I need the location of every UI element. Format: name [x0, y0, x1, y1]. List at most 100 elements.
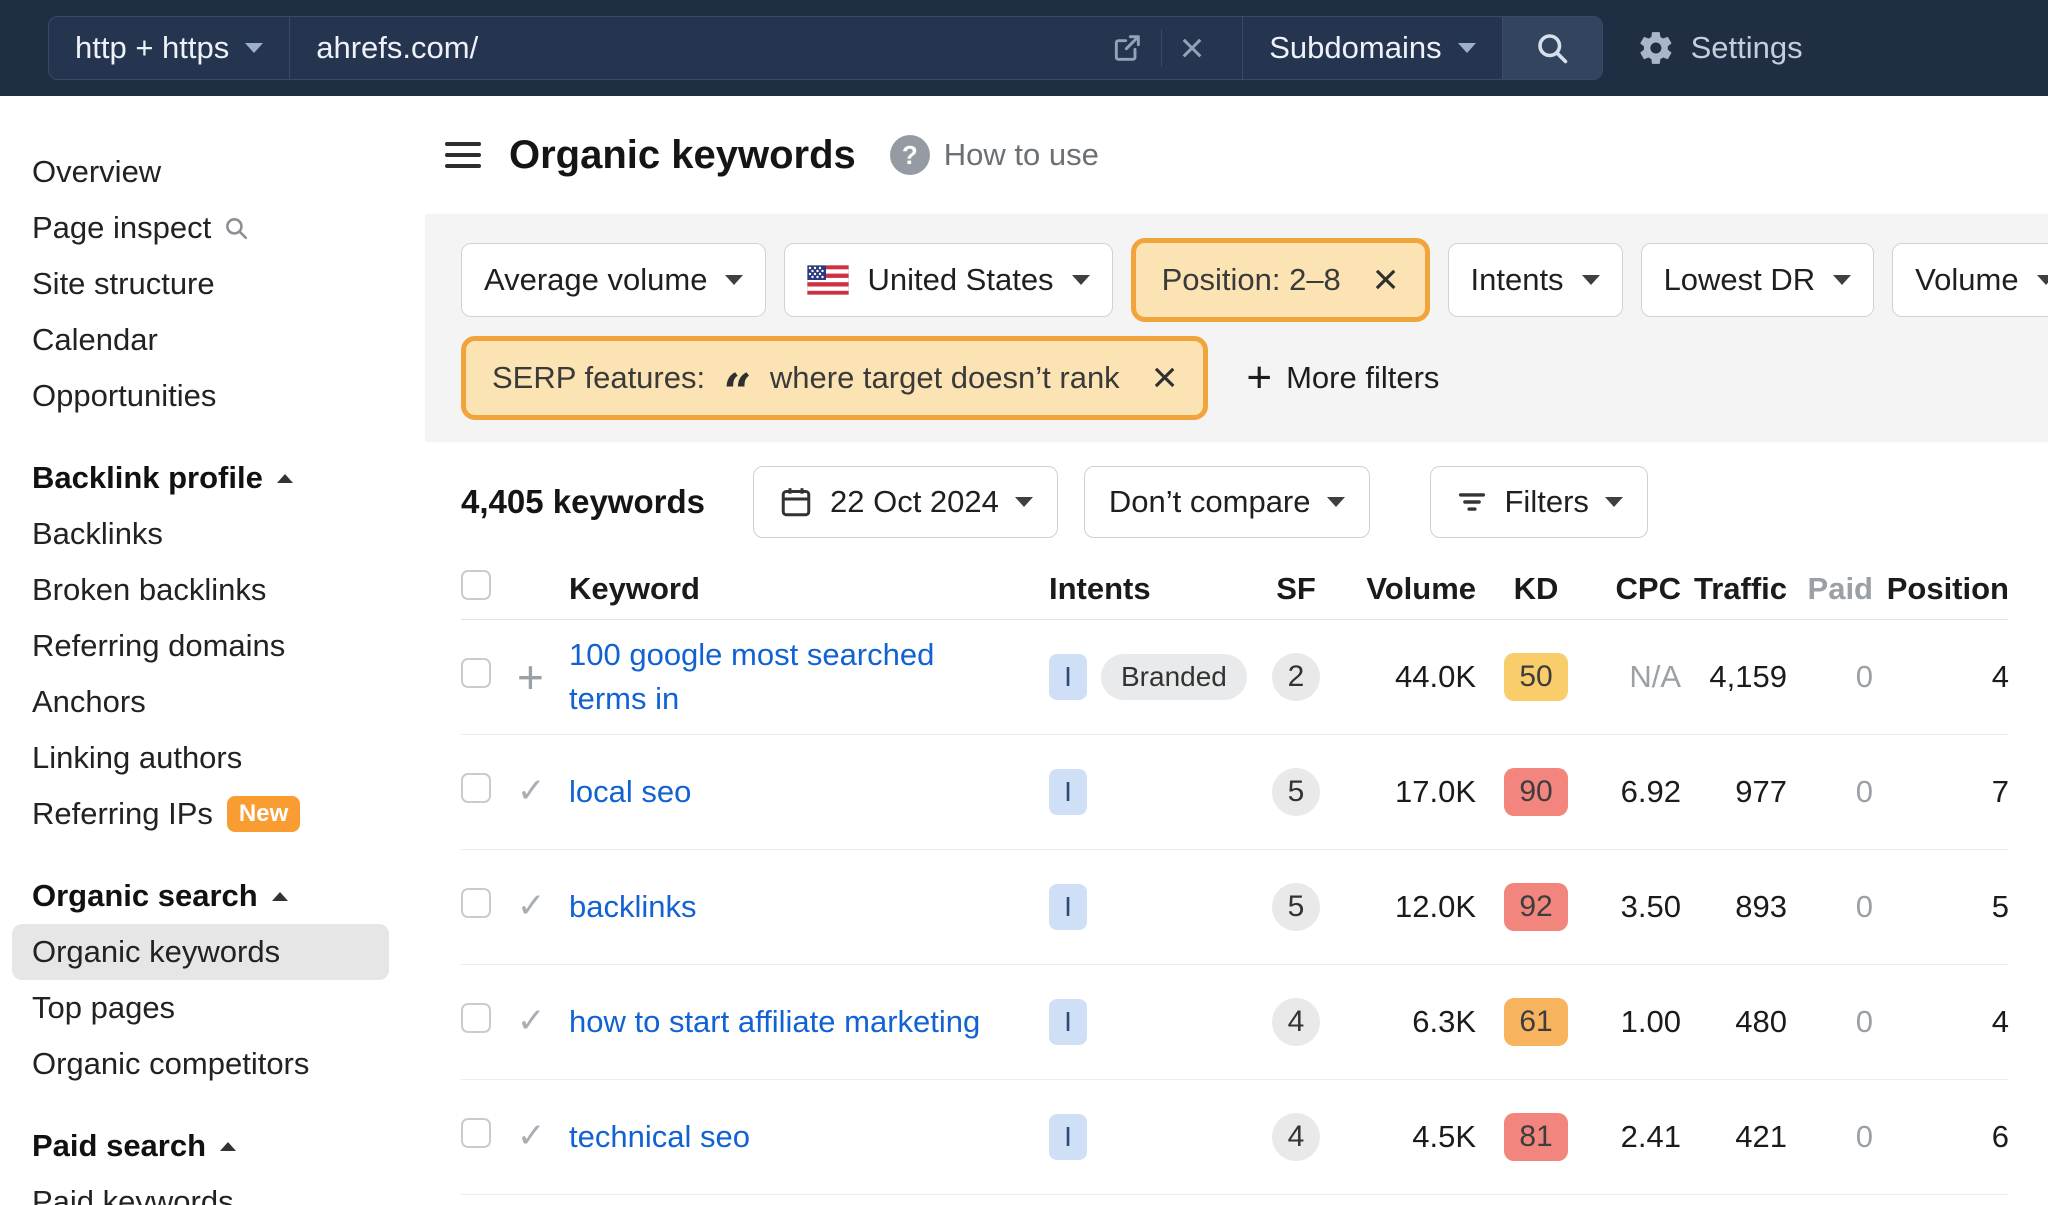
- column-header-intents[interactable]: Intents: [1009, 571, 1256, 607]
- table-row: ✓ technical seo I 4 4.5K 81 2.41 421 0 6: [461, 1080, 2009, 1195]
- sidebar-item-overview[interactable]: Overview: [12, 144, 389, 200]
- sidebar-item-linking-authors[interactable]: Linking authors: [12, 730, 389, 786]
- remove-filter-icon[interactable]: ×: [1373, 258, 1399, 302]
- menu-icon[interactable]: [445, 136, 481, 174]
- sidebar-item-anchors[interactable]: Anchors: [12, 674, 389, 730]
- plus-icon[interactable]: +: [517, 654, 544, 700]
- sidebar-item-referring-ips[interactable]: Referring IPs New: [12, 786, 389, 842]
- sidebar-item-broken-backlinks[interactable]: Broken backlinks: [12, 562, 389, 618]
- sidebar-item-paid-keywords[interactable]: Paid keywords: [12, 1174, 389, 1205]
- check-icon: ✓: [517, 887, 546, 925]
- sidebar-item-label: Referring IPs: [32, 796, 213, 831]
- serp-features-count[interactable]: 4: [1272, 998, 1320, 1046]
- keyword-link[interactable]: 100 google most searched terms in: [569, 633, 1009, 721]
- keyword-link[interactable]: local seo: [569, 770, 701, 814]
- chevron-down-icon: [1326, 497, 1345, 507]
- column-header-traffic[interactable]: Traffic: [1681, 571, 1787, 607]
- sidebar-section-paid-search[interactable]: Paid search: [0, 1118, 425, 1174]
- check-icon: ✓: [517, 772, 546, 810]
- filter-lowest-dr[interactable]: Lowest DR: [1640, 243, 1875, 317]
- sidebar-item-label: Top pages: [32, 990, 176, 1025]
- filters-button[interactable]: Filters: [1429, 466, 1648, 538]
- keywords-count: 4,405 keywords: [461, 483, 705, 520]
- intent-badge: I: [1049, 769, 1087, 815]
- filter-label: Lowest DR: [1663, 262, 1816, 297]
- paid-value: 0: [1855, 774, 1873, 809]
- filter-average-volume[interactable]: Average volume: [461, 243, 767, 317]
- keyword-link[interactable]: backlinks: [569, 885, 707, 929]
- date-picker-button[interactable]: 22 Oct 2024: [753, 466, 1058, 538]
- sidebar-item-calendar[interactable]: Calendar: [12, 312, 389, 368]
- filter-position-active[interactable]: Position: 2–8 ×: [1130, 238, 1430, 322]
- serp-features-count[interactable]: 5: [1272, 883, 1320, 931]
- paid-value: 0: [1855, 1004, 1873, 1039]
- select-all-checkbox[interactable]: [461, 569, 491, 600]
- row-checkbox[interactable]: [461, 1003, 491, 1033]
- settings-button[interactable]: Settings: [1637, 29, 1803, 67]
- keyword-link[interactable]: technical seo: [569, 1115, 760, 1159]
- sidebar: Overview Page inspect Site structure Cal…: [0, 96, 425, 1205]
- volume-value: 12.0K: [1394, 889, 1476, 924]
- row-checkbox[interactable]: [461, 773, 491, 803]
- row-checkbox[interactable]: [461, 658, 491, 688]
- position-value: 5: [1991, 889, 2009, 924]
- kd-badge: 50: [1504, 653, 1568, 701]
- column-header-paid[interactable]: Paid: [1787, 571, 1873, 607]
- serp-features-count[interactable]: 5: [1272, 768, 1320, 816]
- sidebar-section-organic-search[interactable]: Organic search: [0, 868, 425, 924]
- sidebar-item-top-pages[interactable]: Top pages: [12, 980, 389, 1036]
- chevron-down-icon: [1604, 497, 1623, 507]
- column-header-sf[interactable]: SF: [1256, 571, 1336, 607]
- clear-icon[interactable]: ×: [1168, 27, 1217, 69]
- more-filters-button[interactable]: + More filters: [1246, 356, 1439, 400]
- chevron-down-icon: [2036, 275, 2048, 285]
- column-header-position[interactable]: Position: [1873, 571, 2009, 607]
- sidebar-item-backlinks[interactable]: Backlinks: [12, 506, 389, 562]
- sidebar-item-label: Overview: [32, 154, 162, 189]
- date-value: 22 Oct 2024: [830, 484, 999, 519]
- position-value: 6: [1991, 1119, 2009, 1154]
- sidebar-item-label: Organic competitors: [32, 1046, 310, 1081]
- sidebar-item-organic-keywords[interactable]: Organic keywords: [12, 924, 389, 980]
- compare-label: Don’t compare: [1108, 484, 1311, 519]
- traffic-value: 480: [1735, 1004, 1787, 1039]
- column-header-cpc[interactable]: CPC: [1596, 571, 1681, 607]
- gear-icon: [1637, 29, 1675, 67]
- compare-dropdown[interactable]: Don’t compare: [1083, 466, 1370, 538]
- serp-features-count[interactable]: 2: [1272, 653, 1320, 701]
- traffic-value: 893: [1735, 889, 1787, 924]
- sidebar-item-page-inspect[interactable]: Page inspect: [12, 200, 389, 256]
- row-checkbox[interactable]: [461, 1118, 491, 1148]
- sidebar-item-site-structure[interactable]: Site structure: [12, 256, 389, 312]
- sidebar-item-label: Calendar: [32, 322, 158, 357]
- filter-country[interactable]: United States: [784, 243, 1113, 317]
- title-row: Organic keywords ? How to use: [425, 96, 2048, 214]
- sidebar-item-organic-competitors[interactable]: Organic competitors: [12, 1036, 389, 1092]
- remove-filter-icon[interactable]: ×: [1152, 356, 1178, 400]
- column-header-keyword[interactable]: Keyword: [569, 571, 1009, 607]
- keyword-link[interactable]: how to start affiliate marketing: [569, 1000, 990, 1044]
- sidebar-section-backlink-profile[interactable]: Backlink profile: [0, 450, 425, 506]
- cpc-value: N/A: [1629, 659, 1681, 694]
- protocol-dropdown[interactable]: http + https: [49, 17, 291, 79]
- sidebar-item-opportunities[interactable]: Opportunities: [12, 368, 389, 424]
- external-link-icon[interactable]: [1099, 32, 1155, 64]
- position-value: 7: [1991, 774, 2009, 809]
- search-button[interactable]: [1501, 17, 1602, 79]
- how-to-use-link[interactable]: ? How to use: [889, 135, 1099, 175]
- row-checkbox[interactable]: [461, 888, 491, 918]
- cpc-value: 1.00: [1620, 1004, 1681, 1039]
- column-header-volume[interactable]: Volume: [1336, 571, 1476, 607]
- filter-serp-features-active[interactable]: SERP features: “ where target doesn’t ra…: [461, 336, 1209, 420]
- subdomains-dropdown[interactable]: Subdomains: [1242, 17, 1501, 79]
- how-to-use-label: How to use: [943, 137, 1099, 172]
- serp-features-count[interactable]: 4: [1272, 1113, 1320, 1161]
- url-input[interactable]: ahrefs.com/ ×: [290, 17, 1242, 79]
- sidebar-item-referring-domains[interactable]: Referring domains: [12, 618, 389, 674]
- filter-volume[interactable]: Volume: [1892, 243, 2048, 317]
- volume-value: 4.5K: [1412, 1119, 1476, 1154]
- sidebar-item-label: Broken backlinks: [32, 572, 267, 607]
- calendar-icon: [778, 484, 814, 520]
- column-header-kd[interactable]: KD: [1476, 571, 1596, 607]
- filter-intents[interactable]: Intents: [1447, 243, 1623, 317]
